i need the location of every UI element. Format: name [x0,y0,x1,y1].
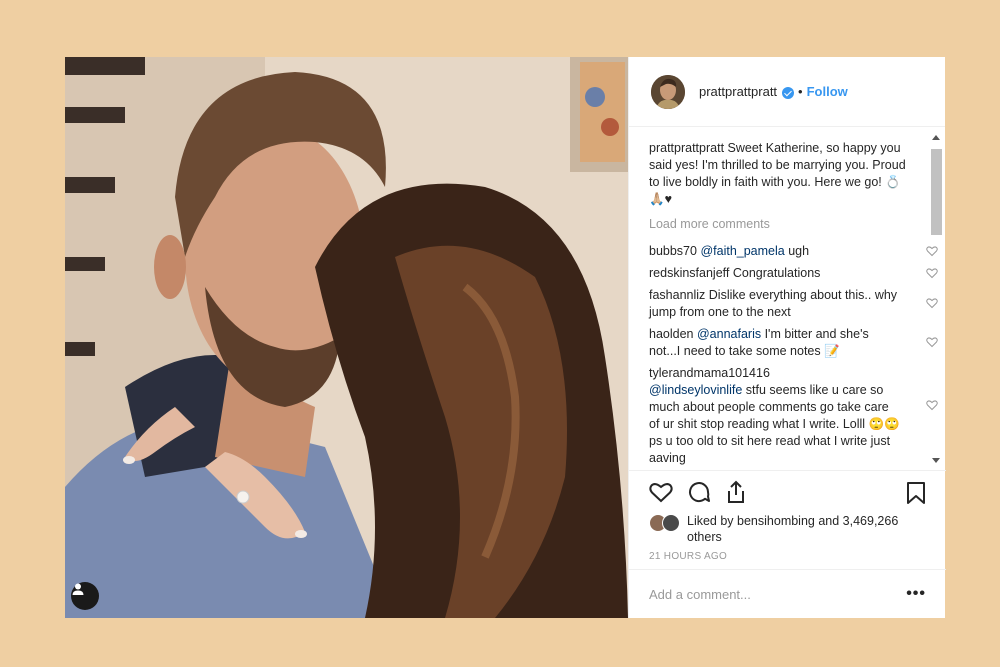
bookmark-icon[interactable] [906,481,926,505]
comment-username[interactable]: haolden [649,327,694,341]
comment-item: bubbs70 @faith_pamela ugh [649,243,938,260]
post-photo[interactable] [65,57,628,618]
share-icon[interactable] [725,480,747,504]
liker-avatars [649,513,683,533]
liker-avatar[interactable] [662,514,680,532]
post-timestamp[interactable]: 21 HOURS AGO [629,545,946,562]
add-comment-bar: Add a comment... ••• [629,569,946,618]
scroll-up-arrow-icon[interactable] [932,135,940,140]
caption-username[interactable]: prattprattpratt [649,141,724,155]
comment-username[interactable]: bubbs70 [649,244,697,258]
comment-username[interactable]: fashannliz [649,288,705,302]
comment-mention[interactable]: @annafaris [697,327,761,341]
separator-dot: • [798,84,803,99]
comments-scrollbar[interactable] [929,131,943,467]
load-more-comments-button[interactable]: Load more comments [649,216,912,233]
post-actions-area: Liked by bensihombing and 3,469,266 othe… [629,470,946,562]
comment-username[interactable]: tylerandmama101416 [649,365,902,382]
comment-item: haolden @annafaris I'm bitter and she's … [649,326,938,360]
comment-username[interactable]: redskinsfanjeff [649,266,729,280]
avatar-image [651,74,685,109]
post-side-panel: prattprattpratt • Follow prattprattpratt… [628,57,946,618]
add-comment-input[interactable]: Add a comment... [649,587,906,602]
comment-text: ugh [784,244,810,258]
comments-list[interactable]: prattprattpratt Sweet Katherine, so happ… [629,128,946,469]
likes-text[interactable]: Liked by bensihombing and 3,469,266 othe… [687,513,926,545]
scroll-thumb[interactable] [931,149,942,235]
username-link[interactable]: prattprattpratt [699,84,777,99]
comment-item: tylerandmama101416 @lindseylovinlife stf… [649,365,938,467]
comment-item: fashannliz Dislike everything about this… [649,287,938,321]
comment-text: Congratulations [729,266,821,280]
comment-mention[interactable]: @lindseylovinlife [649,383,742,397]
verified-badge-icon [782,86,795,99]
couple-photo-illustration [65,57,628,618]
user-icon [72,583,84,595]
post-caption: prattprattpratt Sweet Katherine, so happ… [649,140,912,208]
post-header: prattprattpratt • Follow [629,57,945,127]
likes-summary: Liked by bensihombing and 3,469,266 othe… [629,513,946,545]
comment-item: redskinsfanjeff Congratulations [649,265,938,282]
comment-mention[interactable]: @faith_pamela [700,244,784,258]
instagram-post: prattprattpratt • Follow prattprattpratt… [65,57,946,618]
avatar[interactable] [651,74,685,109]
tagged-users-button[interactable] [71,582,99,610]
action-bar [629,471,946,513]
comment-bubble-icon[interactable] [687,480,711,504]
scroll-down-arrow-icon[interactable] [932,458,940,463]
follow-button[interactable]: Follow [807,84,848,99]
more-options-icon[interactable]: ••• [906,585,926,603]
like-heart-icon[interactable] [649,481,673,503]
